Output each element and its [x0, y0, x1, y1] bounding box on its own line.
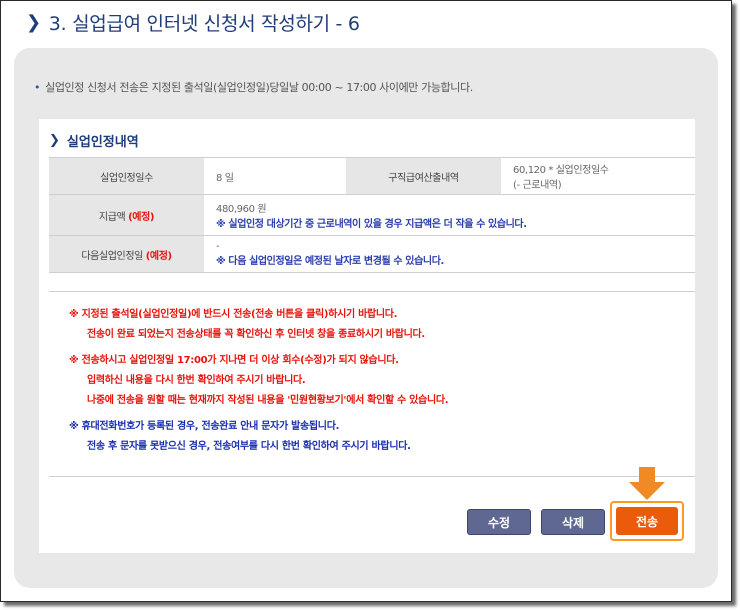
message-line: 나중에 전송을 원할 때는 현재까지 작성된 내용을 '민원현황보기'에서 확인…: [87, 395, 449, 406]
notice-text: 실업인정 신청서 전송은 지정된 출석일(실업인정일)당일날 00:00 ~ 1…: [45, 81, 473, 94]
label-cell: 지급액 (예정): [49, 194, 204, 236]
value-cell: 8 일: [204, 157, 346, 195]
value-cell: - ※ 다음 실업인정일은 예정된 날자로 변경될 수 있습니다.: [204, 235, 695, 273]
next-date-note: ※ 다음 실업인정일은 예정된 날자로 변경될 수 있습니다.: [216, 256, 444, 267]
divider: [49, 476, 695, 477]
page-heading-text: 3. 실업급여 인터넷 신청서 작성하기 - 6: [48, 12, 360, 35]
calc-line-2: (- 근로내역): [513, 180, 562, 191]
message-line: 입력하신 내용을 다시 한번 확인하여 주시기 바랍니다.: [87, 375, 306, 386]
calc-line-1: 60,120 * 실업인정일수: [513, 165, 609, 176]
amount-note: ※ 실업인정 대상기간 중 근로내역이 있을 경우 지급액은 더 작을 수 있습…: [216, 219, 527, 230]
value-cell: 60,120 * 실업인정일수 (- 근로내역): [501, 157, 695, 195]
value-cell: 480,960 원 ※ 실업인정 대상기간 중 근로내역이 있을 경우 지급액은…: [204, 194, 695, 236]
chevron-right-icon: ❯: [26, 11, 41, 33]
message-group: ※ 휴대전화번호가 등록된 경우, 전송완료 안내 문자가 발송됩니다. 전송 …: [69, 417, 448, 457]
table-row: 다음실업인정일 (예정) - ※ 다음 실업인정일은 예정된 날자로 변경될 수…: [49, 235, 695, 273]
next-date-value: -: [216, 241, 220, 252]
table-row: 지급액 (예정) 480,960 원 ※ 실업인정 대상기간 중 근로내역이 있…: [49, 194, 695, 236]
label-text: 지급액: [98, 211, 126, 223]
message-line: ※ 전송하시고 실업인정일 17:00가 지나면 더 이상 회수(수정)가 되지…: [69, 355, 399, 366]
expected-tag: (예정): [128, 211, 155, 223]
warning-messages: ※ 지정된 출석일(실업인정일)에 반드시 전송(전송 버튼을 클릭)하시기 바…: [69, 305, 449, 463]
message-line: ※ 지정된 출석일(실업인정일)에 반드시 전송(전송 버튼을 클릭)하시기 바…: [69, 309, 398, 320]
bullet-dot-icon: •: [34, 81, 41, 94]
message-group: ※ 전송하시고 실업인정일 17:00가 지나면 더 이상 회수(수정)가 되지…: [69, 351, 449, 411]
claim-details-table: 실업인정일수 8 일 구직급여산출내역 60,120 * 실업인정일수 (- 근…: [49, 157, 695, 273]
message-line: ※ 휴대전화번호가 등록된 경우, 전송완료 안내 문자가 발송됩니다.: [69, 421, 340, 432]
label-cell: 실업인정일수: [49, 157, 204, 195]
chevron-right-icon: ❯: [49, 133, 60, 148]
send-button-highlight: 전송: [610, 501, 684, 541]
table-row: 실업인정일수 8 일 구직급여산출내역 60,120 * 실업인정일수 (- 근…: [49, 157, 695, 195]
arrow-down-icon: [629, 467, 665, 500]
message-group: ※ 지정된 출석일(실업인정일)에 반드시 전송(전송 버튼을 클릭)하시기 바…: [69, 305, 448, 345]
message-line: 전송 후 문자를 못받으신 경우, 전송여부를 다시 한번 확인하여 주시기 바…: [87, 441, 411, 452]
notice-line: • 실업인정 신청서 전송은 지정된 출석일(실업인정일)당일날 00:00 ~ …: [34, 79, 473, 95]
divider: [49, 291, 695, 292]
claim-card: ❯ 실업인정내역 실업인정일수 8 일 구직급여산출내역 60,120 * 실업…: [39, 119, 695, 553]
section-title-text: 실업인정내역: [66, 135, 139, 150]
edit-button[interactable]: 수정: [467, 509, 531, 535]
label-cell: 구직급여산출내역: [346, 157, 501, 195]
label-text: 다음실업인정일: [81, 250, 143, 262]
label-cell: 다음실업인정일 (예정): [49, 235, 204, 273]
amount-value: 480,960 원: [216, 204, 267, 215]
send-button[interactable]: 전송: [616, 507, 678, 535]
expected-tag: (예정): [145, 250, 172, 262]
delete-button[interactable]: 삭제: [541, 509, 605, 535]
message-line: 전송이 완료 되었는지 전송상태를 꼭 확인하신 후 인터넷 창을 종료하시기 …: [87, 329, 425, 340]
section-title: ❯ 실업인정내역: [49, 131, 139, 150]
page-heading: ❯ 3. 실업급여 인터넷 신청서 작성하기 - 6: [26, 8, 360, 36]
